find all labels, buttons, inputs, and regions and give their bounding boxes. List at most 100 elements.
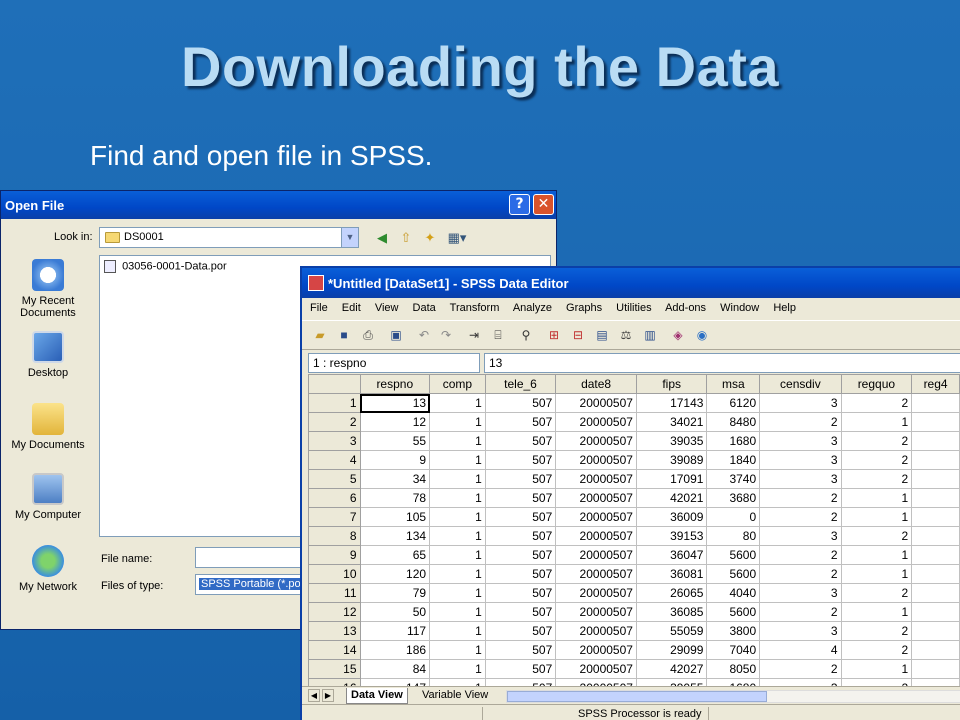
data-cell[interactable]: 20000507 <box>555 564 637 584</box>
data-cell[interactable]: 20000507 <box>555 583 637 603</box>
data-cell[interactable]: 42021 <box>635 488 708 508</box>
table-row[interactable]: 2 12 1 507 20000507 34021 8480 2 1 <box>308 412 960 432</box>
data-cell[interactable]: 1 <box>840 507 913 527</box>
row-header[interactable]: 11 <box>308 583 361 603</box>
data-cell[interactable]: 507 <box>484 526 557 546</box>
row-header[interactable]: 13 <box>308 621 361 641</box>
data-cell[interactable]: 20000507 <box>555 545 637 565</box>
row-header[interactable]: 3 <box>308 431 361 451</box>
data-cell[interactable] <box>911 621 960 641</box>
data-cell[interactable]: 507 <box>484 583 557 603</box>
data-cell[interactable]: 20000507 <box>555 431 637 451</box>
row-header[interactable]: 4 <box>308 450 361 470</box>
column-header[interactable]: date8 <box>555 374 637 394</box>
corner-cell[interactable] <box>308 374 361 394</box>
data-cell[interactable]: 2 <box>759 507 842 527</box>
data-cell[interactable]: 12 <box>359 412 431 432</box>
dialog-recall-icon[interactable]: ▣ <box>388 327 404 343</box>
data-cell[interactable]: 55 <box>359 431 431 451</box>
menu-add-ons[interactable]: Add-ons <box>665 302 706 314</box>
data-cell[interactable]: 8050 <box>706 659 761 679</box>
menu-edit[interactable]: Edit <box>342 302 361 314</box>
data-cell[interactable]: 1 <box>429 412 486 432</box>
data-cell[interactable]: 20000507 <box>555 507 637 527</box>
table-row[interactable]: 14 186 1 507 20000507 29099 7040 4 2 <box>308 640 960 660</box>
column-header[interactable]: fips <box>635 374 708 394</box>
data-cell[interactable]: 507 <box>484 488 557 508</box>
data-cell[interactable]: 2 <box>759 412 842 432</box>
redo-icon[interactable]: ↷ <box>438 327 454 343</box>
data-cell[interactable]: 1 <box>429 469 486 489</box>
data-cell[interactable]: 20000507 <box>555 621 637 641</box>
data-cell[interactable]: 20000507 <box>555 393 637 413</box>
data-cell[interactable]: 1 <box>429 488 486 508</box>
data-cell[interactable]: 1 <box>429 507 486 527</box>
place-desktop[interactable]: Desktop <box>5 331 91 379</box>
place-my-computer[interactable]: My Computer <box>5 473 91 521</box>
scroll-right-icon[interactable]: ▶ <box>322 689 334 702</box>
open-dialog-titlebar[interactable]: Open File <box>1 191 556 219</box>
data-cell[interactable]: 20000507 <box>555 602 637 622</box>
data-cell[interactable]: 5600 <box>706 564 761 584</box>
data-cell[interactable] <box>911 640 960 660</box>
data-cell[interactable]: 1 <box>429 621 486 641</box>
data-cell[interactable]: 79 <box>359 583 431 603</box>
data-cell[interactable]: 134 <box>359 526 431 546</box>
data-cell[interactable]: 1 <box>840 545 913 565</box>
menu-window[interactable]: Window <box>720 302 759 314</box>
data-cell[interactable]: 34021 <box>635 412 708 432</box>
save-icon[interactable]: ■ <box>336 327 352 343</box>
up-folder-icon[interactable]: ⇧ <box>397 229 415 247</box>
table-row[interactable]: 10 120 1 507 20000507 36081 5600 2 1 <box>308 564 960 584</box>
data-cell[interactable]: 3 <box>759 431 842 451</box>
data-cell[interactable]: 17143 <box>635 393 708 413</box>
scroll-left-icon[interactable]: ◀ <box>308 689 320 702</box>
row-header[interactable]: 5 <box>308 469 361 489</box>
data-cell[interactable]: 507 <box>484 507 557 527</box>
data-cell[interactable] <box>911 602 960 622</box>
data-cell[interactable]: 42027 <box>635 659 708 679</box>
data-cell[interactable]: 20000507 <box>555 412 637 432</box>
close-button[interactable]: ✕ <box>533 194 554 215</box>
data-cell[interactable]: 3 <box>759 526 842 546</box>
table-row[interactable]: 6 78 1 507 20000507 42021 3680 2 1 <box>308 488 960 508</box>
data-cell[interactable]: 507 <box>484 564 557 584</box>
data-cell[interactable]: 3 <box>759 469 842 489</box>
data-cell[interactable]: 507 <box>484 469 557 489</box>
chevron-down-icon[interactable]: ▼ <box>341 228 358 247</box>
data-cell[interactable]: 2 <box>840 450 913 470</box>
data-cell[interactable]: 1 <box>429 431 486 451</box>
undo-icon[interactable]: ↶ <box>416 327 432 343</box>
menu-view[interactable]: View <box>375 302 399 314</box>
data-cell[interactable]: 2 <box>840 431 913 451</box>
data-cell[interactable] <box>911 488 960 508</box>
menu-data[interactable]: Data <box>413 302 436 314</box>
data-cell[interactable]: 5600 <box>706 545 761 565</box>
use-sets-icon[interactable]: ◉ <box>694 327 710 343</box>
data-cell[interactable]: 117 <box>359 621 431 641</box>
insert-cases-icon[interactable]: ⊞ <box>546 327 562 343</box>
table-row[interactable]: 12 50 1 507 20000507 36085 5600 2 1 <box>308 602 960 622</box>
data-cell[interactable] <box>911 412 960 432</box>
insert-variable-icon[interactable]: ⊟ <box>570 327 586 343</box>
data-cell[interactable] <box>911 469 960 489</box>
data-cell[interactable]: 78 <box>359 488 431 508</box>
table-row[interactable]: 9 65 1 507 20000507 36047 5600 2 1 <box>308 545 960 565</box>
data-cell[interactable]: 20000507 <box>555 469 637 489</box>
find-icon[interactable]: ⚲ <box>518 327 534 343</box>
data-cell[interactable]: 55059 <box>635 621 708 641</box>
weight-cases-icon[interactable]: ⚖ <box>618 327 634 343</box>
column-header[interactable]: censdiv <box>759 374 842 394</box>
menu-utilities[interactable]: Utilities <box>616 302 651 314</box>
data-cell[interactable]: 20000507 <box>555 450 637 470</box>
data-cell[interactable]: 20000507 <box>555 488 637 508</box>
column-header[interactable]: comp <box>429 374 486 394</box>
data-cell[interactable]: 1 <box>840 488 913 508</box>
row-header[interactable]: 1 <box>308 393 361 413</box>
data-cell[interactable]: 6120 <box>706 393 761 413</box>
data-cell[interactable] <box>911 526 960 546</box>
data-cell[interactable]: 3 <box>759 393 842 413</box>
data-cell[interactable]: 1 <box>429 659 486 679</box>
row-header[interactable]: 10 <box>308 564 361 584</box>
data-cell[interactable] <box>911 507 960 527</box>
